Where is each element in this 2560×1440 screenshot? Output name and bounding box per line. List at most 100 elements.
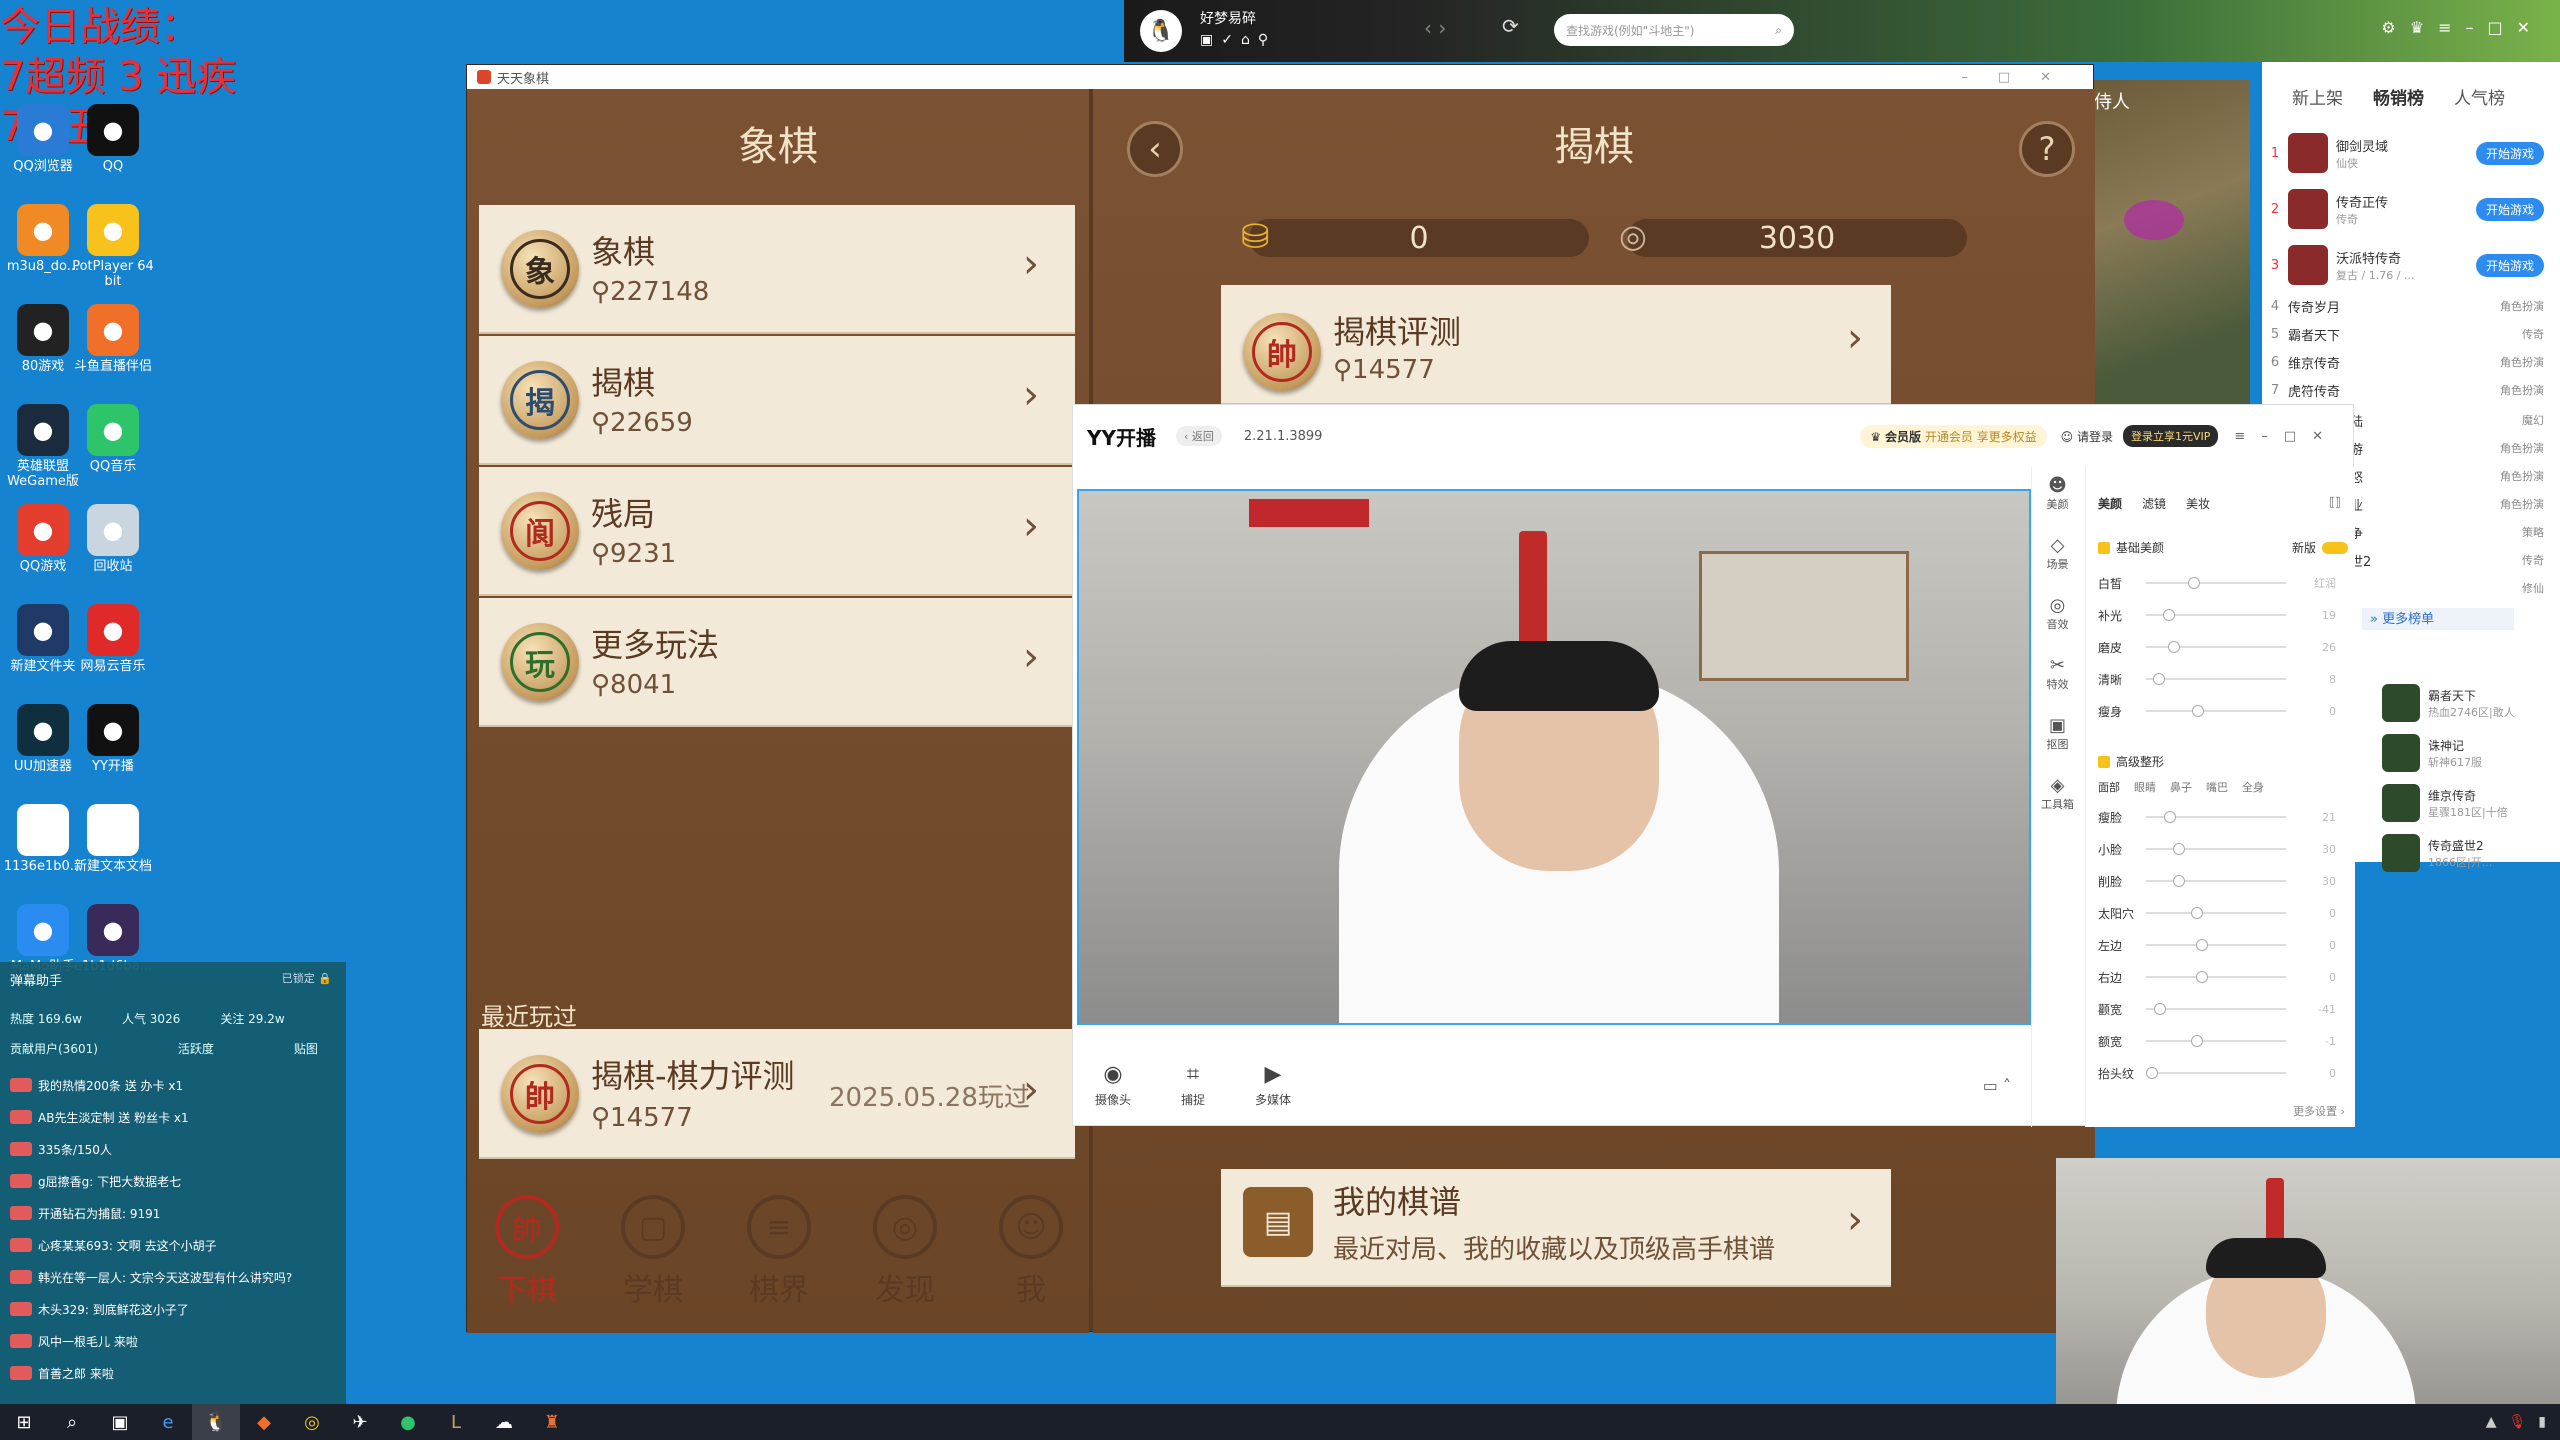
beauty-slider[interactable]: 颧宽 -41 [2098,999,2348,1019]
yy-tool-button[interactable]: ▶ 多媒体 [1233,1062,1313,1108]
yy-side-item[interactable]: ◇ 场景 [2032,527,2083,587]
qq-music-taskbar-icon[interactable]: ● [384,1404,432,1440]
slider-track[interactable] [2146,843,2286,855]
beauty-tab[interactable]: 美颜 [2098,495,2122,512]
beauty-slider[interactable]: 瘦身 0 [2098,701,2348,721]
shape-tab[interactable]: 面部 [2098,779,2120,795]
top-game-row[interactable]: 1 御剑灵域 仙侠 开始游戏 [2262,128,2560,178]
slider-knob[interactable] [2173,875,2185,887]
desktop-icon[interactable]: ● 新建文本文档 [70,804,156,874]
yy-side-item[interactable]: ▣ 抠图 [2032,707,2083,767]
game-preview-image[interactable]: 侍人 [2094,80,2250,406]
help-button[interactable]: ? [2019,121,2075,177]
slider-knob[interactable] [2196,971,2208,983]
yy-side-item[interactable]: ✂ 特效 [2032,647,2083,707]
edge-icon[interactable]: e [144,1404,192,1440]
nav-item[interactable]: ☺ 我 [981,1195,1081,1309]
slider-track[interactable] [2146,609,2286,621]
yy-camera-preview[interactable] [1077,489,2031,1025]
beauty-slider[interactable]: 额宽 -1 [2098,1031,2348,1051]
mode-card[interactable]: 象象棋 ⚲227148 › [479,205,1075,334]
slider-knob[interactable] [2146,1067,2158,1079]
system-tray[interactable]: ▲ 🎙 ▮ [2486,1414,2560,1430]
panel-expand-icon[interactable]: ⟦⟧ [2329,495,2341,509]
launcher-tool-icons[interactable]: ▣✓⌂⚲ [1200,32,1276,48]
yy-vip-badge[interactable]: ♛ 会员版 开通会员 享更多权益 [1860,424,2047,448]
lol-taskbar-icon[interactable]: L [432,1404,480,1440]
basic-beauty-toggle[interactable]: 基础美颜 新版 [2098,539,2348,556]
yy-tool-button[interactable]: ◉ 摄像头 [1073,1062,1153,1108]
desktop-icon[interactable]: ● QQ音乐 [70,404,156,474]
mode-card[interactable]: 玩更多玩法 ⚲8041 › [479,598,1075,727]
window-controls[interactable]: ⚙♛≡–□✕ [2381,18,2544,37]
jq-assess-card[interactable]: 帥 揭棋评测 ⚲14577 › [1221,285,1891,405]
coin-counter[interactable]: ⛁ 0 [1241,217,1589,257]
launcher-username[interactable]: 好梦易碎 [1200,8,1256,28]
slider-track[interactable] [2146,971,2286,983]
desktop-icon[interactable]: ● QQ [70,104,156,174]
my-records-card[interactable]: ▤ 我的棋谱 最近对局、我的收藏以及顶级高手棋谱 › [1221,1169,1891,1287]
start-game-button[interactable]: 开始游戏 [2475,197,2544,221]
rank-row[interactable]: 4 传奇岁月 角色扮演 [2262,292,2560,320]
slider-knob[interactable] [2168,641,2180,653]
desktop-icon[interactable]: ● PotPlayer 64 bit [70,204,156,289]
desktop-icon[interactable]: ● 斗鱼直播伴侣 [70,304,156,374]
nav-item[interactable]: ▢ 学棋 [603,1195,703,1309]
slider-knob[interactable] [2163,609,2175,621]
desktop-icon[interactable]: ● 网易云音乐 [70,604,156,674]
slider-knob[interactable] [2191,1035,2203,1047]
yy-taskbar-icon[interactable]: ◎ [288,1404,336,1440]
shape-tab[interactable]: 全身 [2242,779,2264,795]
rank-tab[interactable]: 畅销榜 [2373,84,2424,109]
slider-track[interactable] [2146,673,2286,685]
slider-track[interactable] [2146,939,2286,951]
task-view-icon[interactable]: ▣ [96,1404,144,1440]
slider-track[interactable] [2146,1067,2286,1079]
slider-track[interactable] [2146,577,2286,589]
yy-side-item[interactable]: ◎ 音效 [2032,587,2083,647]
start-game-button[interactable]: 开始游戏 [2475,253,2544,277]
top-game-row[interactable]: 3 沃派特传奇 复古 / 1.76 / ... 开始游戏 [2262,240,2560,290]
tray-icon[interactable]: ▲ [2486,1414,2497,1430]
yy-vip-button[interactable]: 登录立享1元VIP [2123,425,2219,447]
shape-tab[interactable]: 眼睛 [2134,779,2156,795]
beauty-slider[interactable]: 太阳穴 0 [2098,903,2348,923]
slider-knob[interactable] [2191,907,2203,919]
slider-knob[interactable] [2192,705,2204,717]
beauty-tab[interactable]: 美妆 [2186,495,2210,512]
back-arrow-icon[interactable]: ‹ › [1424,16,1446,40]
shape-tab[interactable]: 鼻子 [2170,779,2192,795]
gem-counter[interactable]: ◎ 3030 [1619,217,1967,257]
yy-tool-button[interactable]: ⌗ 捕捉 [1153,1062,1233,1108]
back-button[interactable]: ‹ [1127,121,1183,177]
more-rank-link[interactable]: » 更多榜单 [2362,608,2514,630]
launcher-search-input[interactable]: 查找游戏(例如"斗地主") ⌕ [1554,14,1794,46]
beauty-slider[interactable]: 削脸 30 [2098,871,2348,891]
slider-knob[interactable] [2153,673,2165,685]
refresh-icon[interactable]: ⟳ [1502,14,1519,38]
rank-row[interactable]: 6 维京传奇 角色扮演 [2262,348,2560,376]
checkbox-icon[interactable] [2098,755,2110,768]
danmu-tab[interactable]: 贡献用户(3601) [10,1040,98,1057]
slider-track[interactable] [2146,1035,2286,1047]
danmu-lock[interactable]: 已锁定 🔒 [282,970,332,986]
rank-row[interactable]: 7 虎符传奇 角色扮演 [2262,376,2560,404]
new-version-switch[interactable] [2322,541,2348,554]
rank-tab[interactable]: 人气榜 [2454,84,2505,109]
network-icon[interactable]: ▮ [2538,1414,2546,1430]
mode-card[interactable]: 阆残局 ⚲9231 › [479,467,1075,596]
desktop-icon[interactable]: ● YY开播 [70,704,156,774]
search-icon[interactable]: ⌕ [1775,23,1782,38]
rank-tab[interactable]: 新上架 [2292,84,2343,109]
yy-window-controls[interactable]: ≡–□✕ [2234,429,2339,444]
start-game-button[interactable]: 开始游戏 [2475,141,2544,165]
desktop-icon[interactable]: ● 回收站 [70,504,156,574]
slider-track[interactable] [2146,907,2286,919]
recent-game-card[interactable]: 帥 揭棋-棋力评测 ⚲14577 2025.05.28玩过 › [479,1029,1075,1159]
mic-icon[interactable]: 🎙 [2509,1414,2527,1430]
beauty-slider[interactable]: 瘦脸 21 [2098,807,2348,827]
beauty-slider[interactable]: 白皙 红润 [2098,573,2348,593]
danmu-tab[interactable]: 贴图 [294,1040,318,1057]
beauty-slider[interactable]: 右边 0 [2098,967,2348,987]
nav-item[interactable]: ≡ 棋界 [729,1195,829,1309]
